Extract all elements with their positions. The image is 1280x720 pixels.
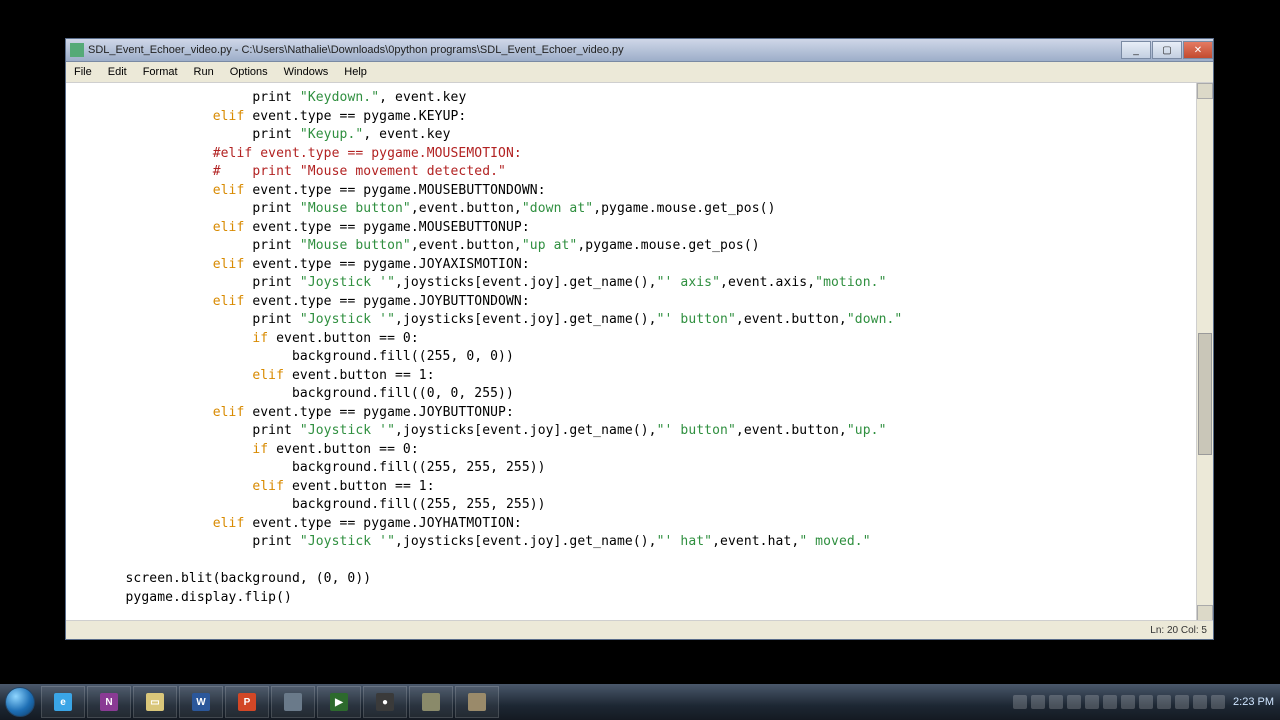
menu-format[interactable]: Format — [135, 64, 186, 80]
scroll-up-button[interactable] — [1197, 83, 1213, 99]
menu-file[interactable]: File — [66, 64, 100, 80]
tray-icon[interactable] — [1067, 695, 1081, 709]
statusbar: Ln: 20 Col: 5 — [66, 620, 1213, 639]
tray-icon[interactable] — [1085, 695, 1099, 709]
minimize-button[interactable]: _ — [1121, 41, 1151, 59]
close-button[interactable]: ✕ — [1183, 41, 1213, 59]
titlebar[interactable]: SDL_Event_Echoer_video.py - C:\Users\Nat… — [66, 39, 1213, 62]
taskbar-item-app3[interactable] — [455, 686, 499, 718]
taskbar-items: eN▭WP ▶● — [40, 686, 500, 718]
window-title: SDL_Event_Echoer_video.py - C:\Users\Nat… — [88, 44, 1121, 56]
taskbar-clock[interactable]: 2:23 PM — [1233, 696, 1274, 708]
taskbar-item-powerpoint[interactable]: P — [225, 686, 269, 718]
start-button[interactable] — [0, 684, 40, 720]
tray-icon[interactable] — [1193, 695, 1207, 709]
tray-icon[interactable] — [1211, 695, 1225, 709]
tray-icon[interactable] — [1121, 695, 1135, 709]
taskbar-item-player[interactable]: ▶ — [317, 686, 361, 718]
cursor-position: Ln: 20 Col: 5 — [1150, 625, 1207, 636]
taskbar-item-onenote[interactable]: N — [87, 686, 131, 718]
menu-edit[interactable]: Edit — [100, 64, 135, 80]
tray-icon[interactable] — [1103, 695, 1117, 709]
window-buttons: _ ▢ ✕ — [1121, 41, 1213, 59]
idle-editor-window: SDL_Event_Echoer_video.py - C:\Users\Nat… — [65, 38, 1214, 640]
tray-icon[interactable] — [1049, 695, 1063, 709]
menu-run[interactable]: Run — [186, 64, 222, 80]
python-icon — [70, 43, 84, 57]
taskbar-item-app1[interactable]: ● — [363, 686, 407, 718]
maximize-button[interactable]: ▢ — [1152, 41, 1182, 59]
menu-options[interactable]: Options — [222, 64, 276, 80]
scroll-down-button[interactable] — [1197, 605, 1213, 621]
code-content[interactable]: print "Keydown.", event.key elif event.t… — [70, 89, 1189, 621]
taskbar-item-explorer[interactable]: ▭ — [133, 686, 177, 718]
taskbar-item-word[interactable]: W — [179, 686, 223, 718]
taskbar-item-app2[interactable] — [409, 686, 453, 718]
system-tray: 2:23 PM — [1013, 695, 1280, 709]
menu-windows[interactable]: Windows — [276, 64, 337, 80]
tray-icon[interactable] — [1157, 695, 1171, 709]
scroll-thumb[interactable] — [1198, 333, 1212, 455]
desktop: SDL_Event_Echoer_video.py - C:\Users\Nat… — [0, 0, 1280, 720]
code-editor[interactable]: print "Keydown.", event.key elif event.t… — [66, 83, 1197, 621]
windows-orb-icon — [5, 687, 35, 717]
menubar: File Edit Format Run Options Windows Hel… — [66, 62, 1213, 83]
tray-icon[interactable] — [1139, 695, 1153, 709]
tray-icon[interactable] — [1013, 695, 1027, 709]
tray-icon[interactable] — [1031, 695, 1045, 709]
taskbar-item-ie[interactable]: e — [41, 686, 85, 718]
tray-icon[interactable] — [1175, 695, 1189, 709]
menu-help[interactable]: Help — [336, 64, 375, 80]
taskbar-item-desktop[interactable] — [271, 686, 315, 718]
vertical-scrollbar[interactable] — [1196, 83, 1213, 621]
taskbar: eN▭WP ▶● 2:23 PM — [0, 684, 1280, 720]
